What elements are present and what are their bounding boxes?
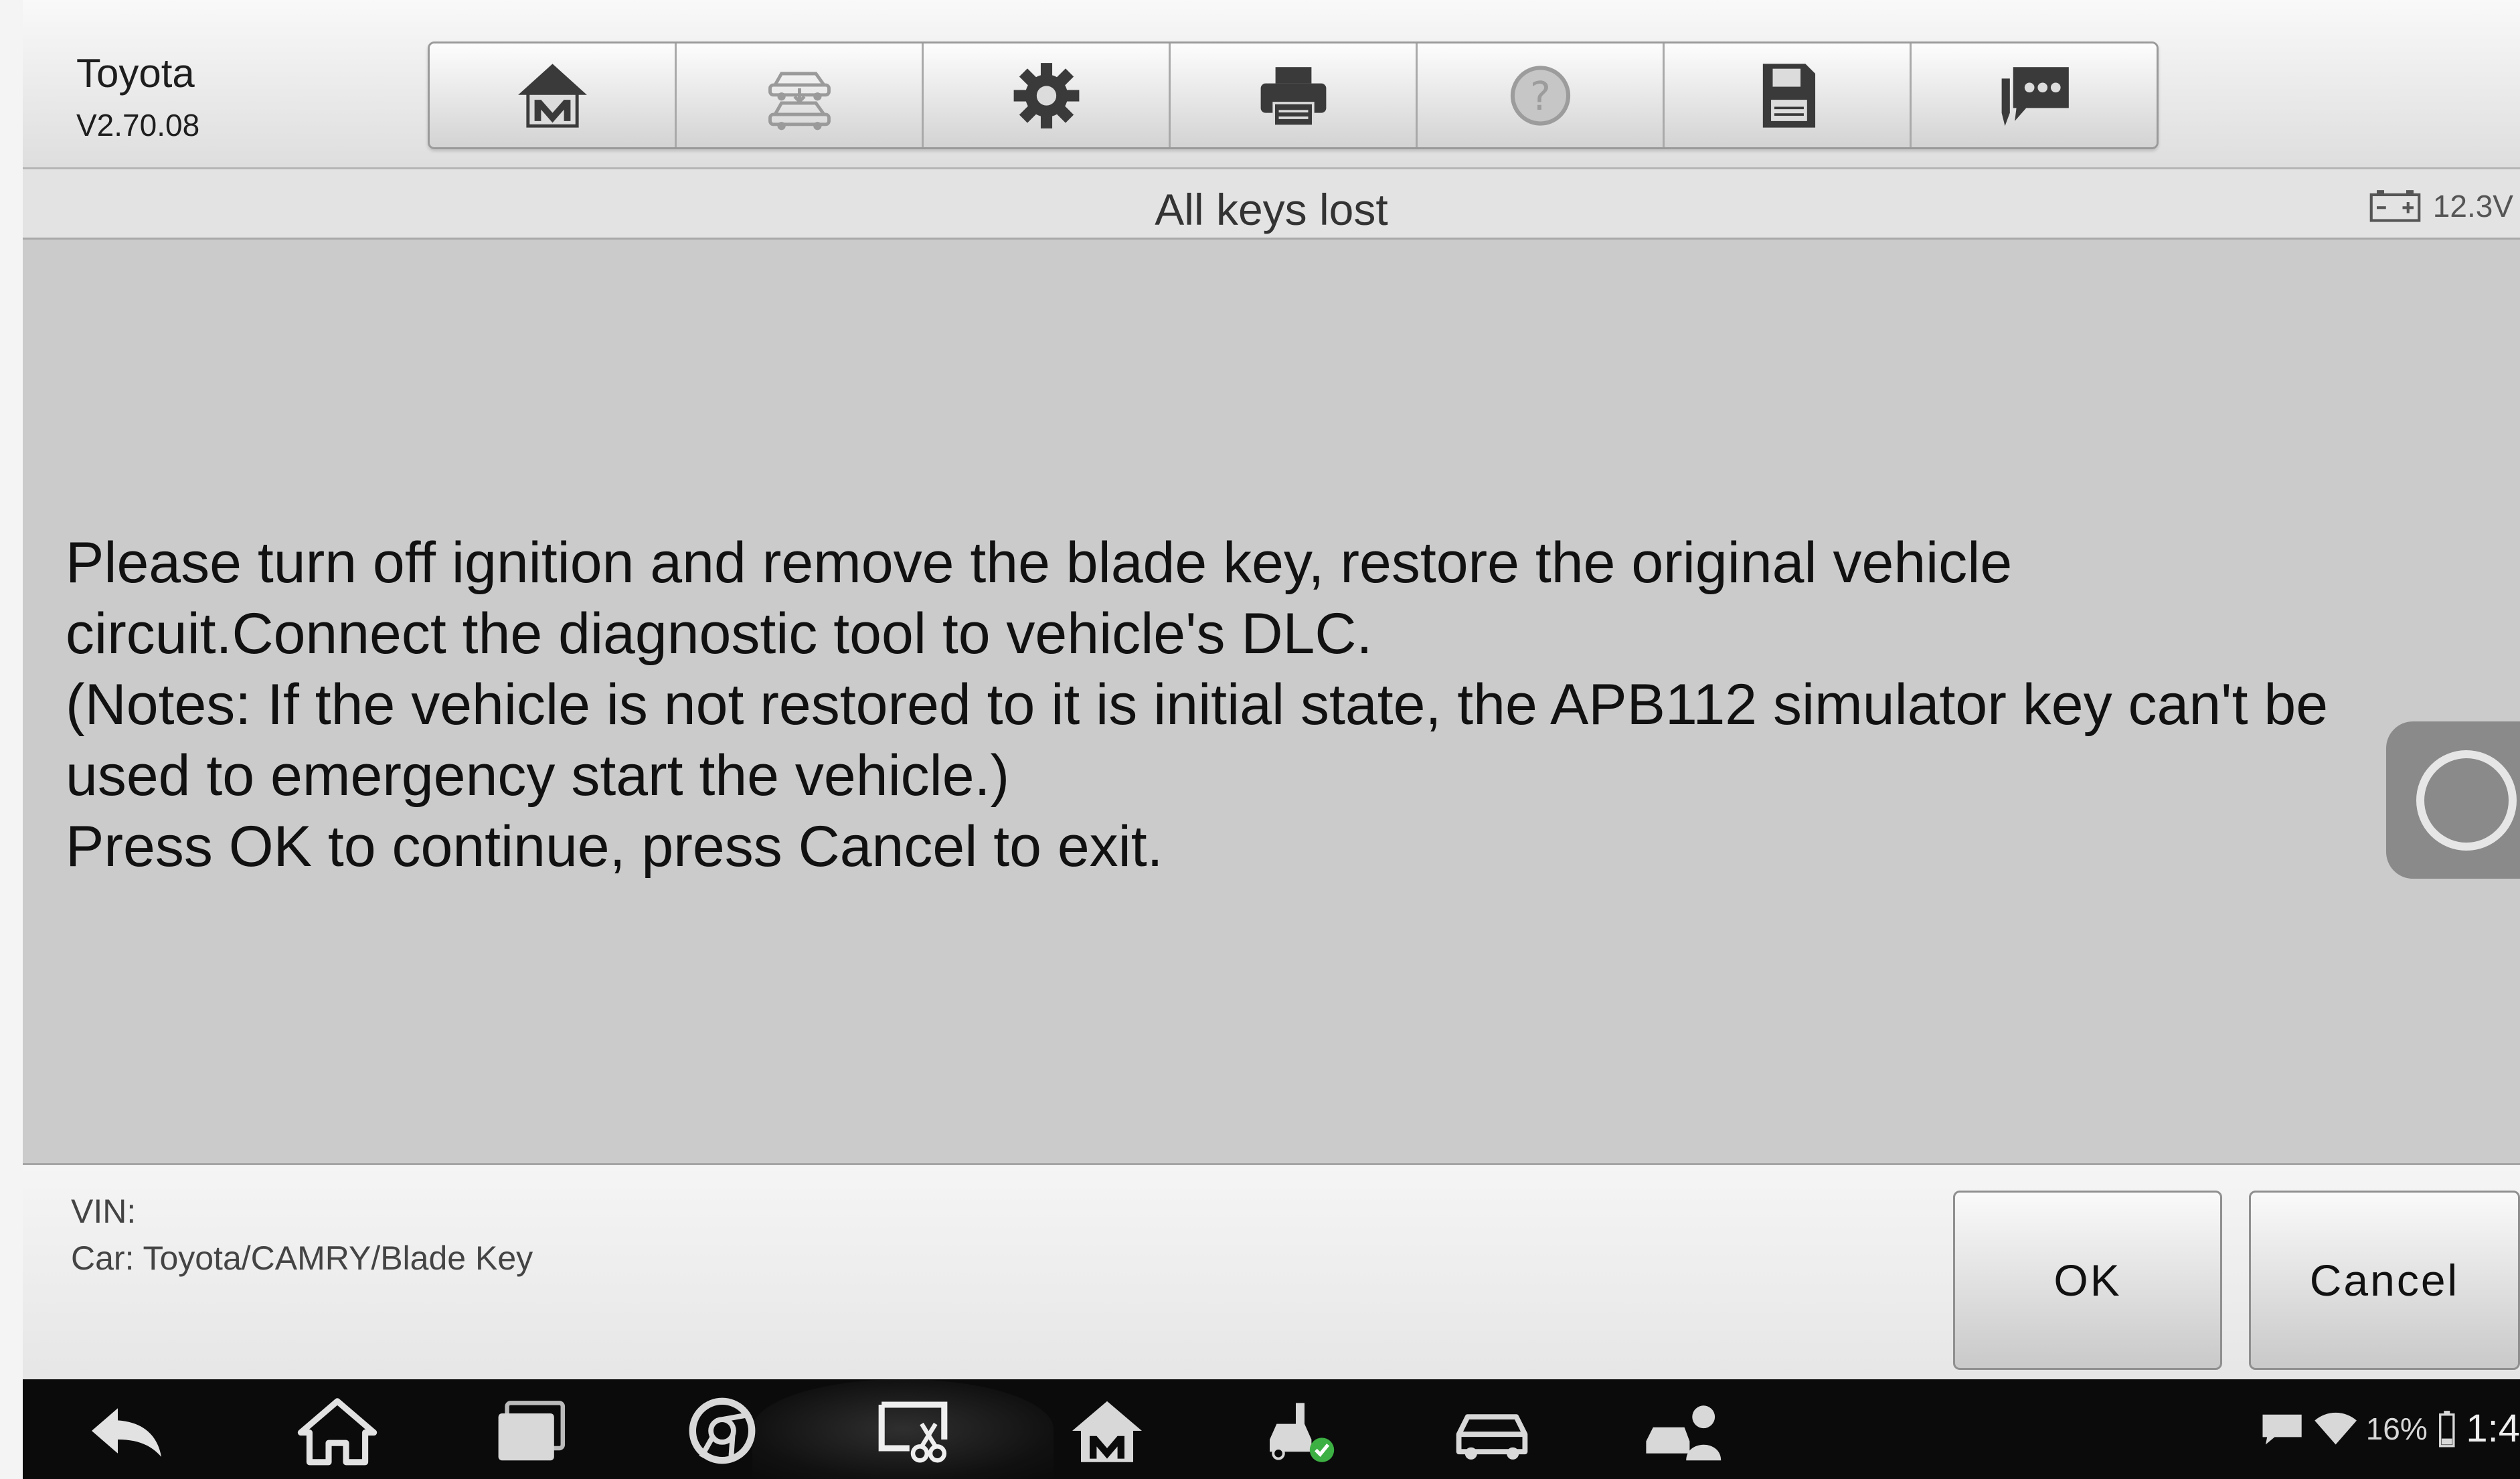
- car-button[interactable]: [1448, 1394, 1535, 1468]
- message-panel: Please turn off ignition and remove the …: [23, 240, 2520, 1165]
- battery-percent: 16%: [2365, 1411, 2428, 1446]
- help-button[interactable]: ?: [1418, 44, 1665, 147]
- message-line: Press OK to continue, press Cancel to ex…: [66, 814, 1163, 879]
- car-support-icon: [1646, 1405, 1721, 1461]
- app-window: Toyota V2.70.08 ? All keys lost 12.3V Pl…: [0, 0, 2520, 1479]
- message-notification-icon: [2262, 1414, 2302, 1445]
- data-logging-button[interactable]: [1912, 44, 2157, 147]
- title-bar: All keys lost 12.3V: [23, 169, 2520, 240]
- recent-apps-button[interactable]: [488, 1394, 575, 1468]
- help-icon: ?: [1510, 65, 1570, 126]
- screenshot-icon: [878, 1401, 948, 1463]
- vehicle-service-icon: [1270, 1403, 1335, 1462]
- vin-label: VIN:: [71, 1193, 137, 1230]
- message-line: circuit.Connect the diagnostic tool to v…: [66, 602, 1373, 666]
- recent-apps-icon: [498, 1401, 566, 1461]
- left-edge: [0, 0, 23, 1479]
- message-line: used to emergency start the vehicle.): [66, 744, 1010, 808]
- instruction-message: Please turn off ignition and remove the …: [66, 527, 2509, 882]
- printer-icon: [1260, 66, 1326, 127]
- chat-icon: [2001, 66, 2069, 126]
- battery-icon: [2438, 1410, 2455, 1447]
- footer: VIN: Car: Toyota/CAMRY/Blade Key OK Canc…: [23, 1165, 2520, 1379]
- screenshot-button[interactable]: [869, 1394, 956, 1468]
- assist-ring-icon: [2416, 750, 2517, 851]
- maxisys-home-button[interactable]: [1064, 1394, 1151, 1468]
- floating-assist-button[interactable]: [2386, 721, 2520, 879]
- home-nav-button[interactable]: [294, 1394, 381, 1468]
- app-name: Toyota: [76, 51, 195, 96]
- svg-text:?: ?: [1529, 73, 1550, 118]
- back-icon: [92, 1408, 161, 1457]
- home-m-icon: [517, 63, 587, 128]
- maxisys-home-icon: [1072, 1401, 1142, 1462]
- vehicle-swap-button[interactable]: [677, 44, 924, 147]
- vehicle-swap-icon: [768, 72, 831, 130]
- save-button[interactable]: [1665, 44, 1912, 147]
- chrome-button[interactable]: [679, 1394, 766, 1468]
- car-battery-icon: [2369, 190, 2421, 222]
- home-button[interactable]: [430, 44, 677, 147]
- car-info: Car: Toyota/CAMRY/Blade Key: [71, 1239, 533, 1277]
- battery-voltage-value: 12.3V: [2432, 188, 2513, 224]
- clock: 1:4: [2466, 1407, 2520, 1450]
- car-icon: [1456, 1414, 1528, 1460]
- car-support-button[interactable]: [1639, 1394, 1726, 1468]
- print-button[interactable]: [1171, 44, 1418, 147]
- header: Toyota V2.70.08 ?: [23, 0, 2520, 169]
- battery-voltage: 12.3V: [2367, 187, 2513, 224]
- save-icon: [1762, 63, 1815, 128]
- status-tray: 16% 1:4: [2260, 1406, 2520, 1451]
- message-line: (Notes: If the vehicle is not restored t…: [66, 673, 2329, 737]
- ok-button[interactable]: OK: [1953, 1191, 2222, 1370]
- chrome-icon: [689, 1397, 756, 1464]
- vehicle-service-button[interactable]: [1261, 1394, 1348, 1468]
- toolbar: ?: [428, 41, 2159, 149]
- cancel-button[interactable]: Cancel: [2249, 1191, 2520, 1370]
- settings-button[interactable]: [924, 44, 1171, 147]
- message-line: Please turn off ignition and remove the …: [66, 531, 2013, 595]
- gear-icon: [1013, 62, 1079, 128]
- app-version: V2.70.08: [76, 108, 200, 143]
- back-button[interactable]: [83, 1394, 170, 1468]
- wifi-icon: [2314, 1412, 2357, 1445]
- page-title: All keys lost: [1155, 185, 1388, 234]
- home-icon: [297, 1398, 377, 1466]
- android-nav-bar: 16% 1:4: [23, 1379, 2520, 1479]
